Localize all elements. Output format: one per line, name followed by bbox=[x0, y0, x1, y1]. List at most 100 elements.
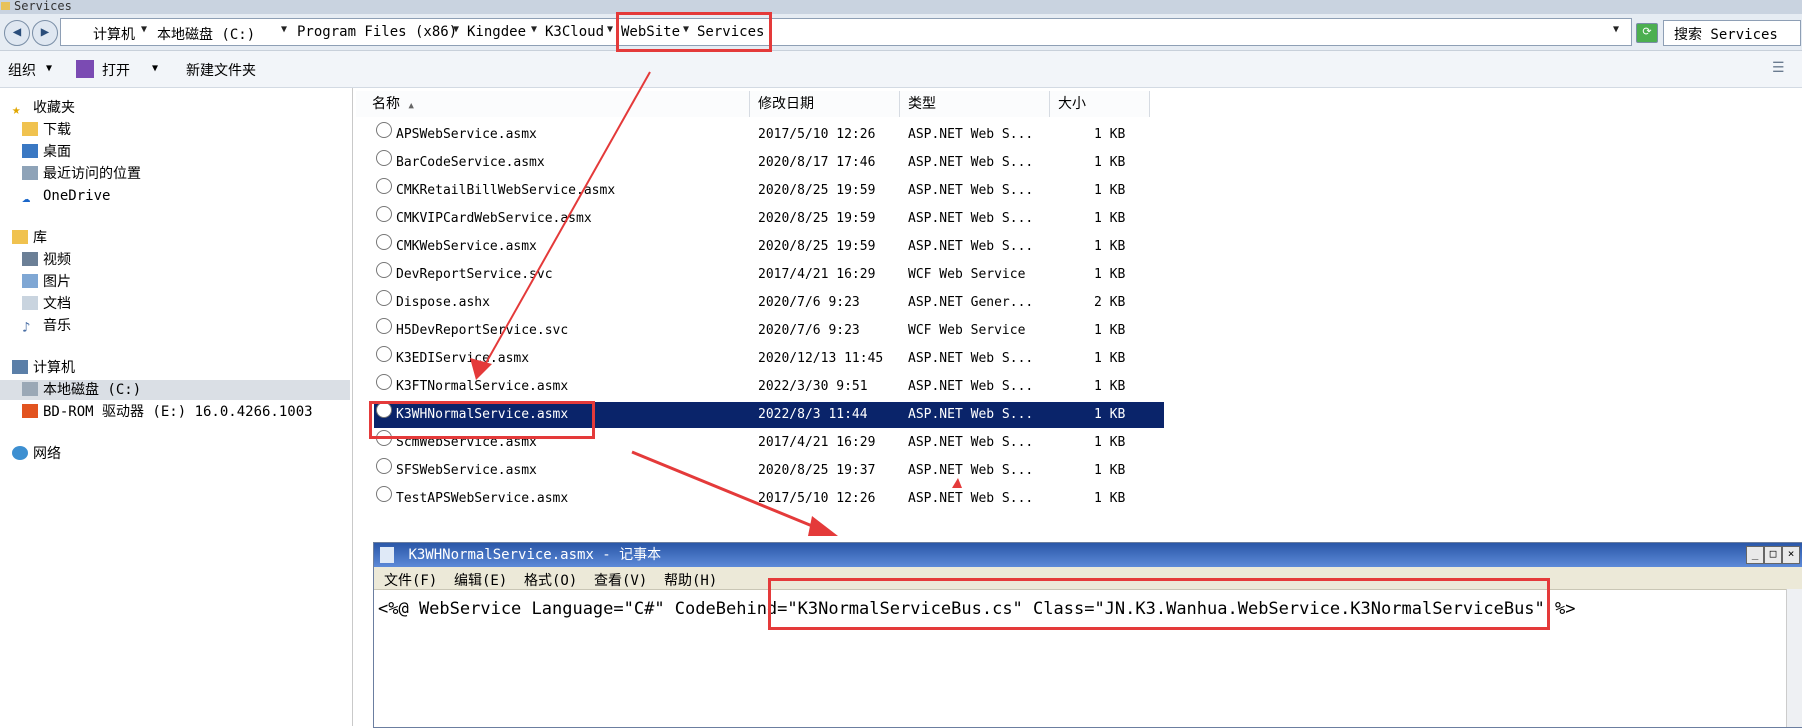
file-date: 2020/8/25 19:59 bbox=[758, 239, 876, 254]
annotation-box-code bbox=[768, 578, 1550, 630]
nav-pictures[interactable]: 图片 bbox=[22, 272, 71, 292]
menu-format[interactable]: 格式(O) bbox=[524, 570, 577, 590]
file-name: CMKRetailBillWebService.asmx bbox=[396, 183, 616, 198]
column-header-name[interactable]: 名称 ▲ bbox=[356, 91, 750, 117]
file-row[interactable]: TestAPSWebService.asmx 2017/5/10 12:26 ASP… bbox=[374, 486, 1164, 512]
file-icon bbox=[376, 346, 392, 362]
file-type: ASP.NET Web S... bbox=[908, 155, 1034, 170]
nav-recent[interactable]: 最近访问的位置 bbox=[22, 164, 141, 184]
nav-local-disk[interactable]: 本地磁盘 (C:) bbox=[0, 380, 350, 400]
chevron-down-icon[interactable]: ▼ bbox=[607, 24, 613, 35]
nav-favorites[interactable]: ★ 收藏夹 bbox=[12, 98, 75, 118]
nav-onedrive[interactable]: ☁ OneDrive bbox=[22, 186, 110, 206]
breadcrumb-local-disk[interactable]: 本地磁盘 (C:) bbox=[157, 24, 255, 44]
file-type: ASP.NET Web S... bbox=[908, 435, 1034, 450]
file-icon bbox=[376, 150, 392, 166]
file-icon bbox=[376, 206, 392, 222]
notepad-title: K3WHNormalService.asmx - 记事本 bbox=[408, 547, 662, 563]
notepad-scrollbar[interactable] bbox=[1786, 589, 1802, 727]
minimize-button[interactable]: _ bbox=[1746, 546, 1764, 564]
breadcrumb-kingdee[interactable]: Kingdee bbox=[467, 24, 526, 40]
nav-desktop[interactable]: 桌面 bbox=[22, 142, 71, 162]
file-date: 2020/8/25 19:59 bbox=[758, 211, 876, 226]
column-header-type[interactable]: 类型 bbox=[900, 91, 1050, 117]
nav-network[interactable]: 网络 bbox=[12, 444, 61, 464]
download-folder-icon bbox=[22, 122, 38, 136]
file-date: 2022/8/3 11:44 bbox=[758, 407, 868, 422]
nav-computer[interactable]: 计算机 bbox=[12, 358, 75, 378]
column-header-date[interactable]: 修改日期 bbox=[750, 91, 900, 117]
file-name: Dispose.ashx bbox=[396, 295, 490, 310]
file-size: 1 KB bbox=[1094, 267, 1126, 282]
file-row[interactable]: BarCodeService.asmx 2020/8/17 17:46 ASP.NE… bbox=[374, 150, 1164, 176]
chevron-down-icon[interactable]: ▼ bbox=[152, 63, 158, 74]
breadcrumb-k3cloud[interactable]: K3Cloud bbox=[545, 24, 604, 40]
file-date: 2017/5/10 12:26 bbox=[758, 127, 876, 142]
column-header-size[interactable]: 大小 bbox=[1050, 91, 1150, 117]
file-name: TestAPSWebService.asmx bbox=[396, 491, 569, 506]
file-size: 1 KB bbox=[1094, 463, 1126, 478]
file-row[interactable]: DevReportService.svc 2017/4/21 16:29 WCF W… bbox=[374, 262, 1164, 288]
file-row[interactable]: Dispose.ashx 2020/7/6 9:23 ASP.NET Gener..… bbox=[374, 290, 1164, 316]
visual-studio-icon bbox=[76, 60, 94, 78]
breadcrumb-computer[interactable]: 计算机 bbox=[93, 24, 135, 44]
file-date: 2022/3/30 9:51 bbox=[758, 379, 868, 394]
chevron-down-icon[interactable]: ▼ bbox=[46, 63, 52, 74]
nav-downloads[interactable]: 下载 bbox=[22, 120, 71, 140]
file-size: 1 KB bbox=[1094, 491, 1126, 506]
new-folder-button[interactable]: 新建文件夹 bbox=[186, 60, 256, 80]
file-type: WCF Web Service bbox=[908, 323, 1026, 338]
file-name: DevReportService.svc bbox=[396, 267, 553, 282]
nav-videos[interactable]: 视频 bbox=[22, 250, 71, 270]
document-icon bbox=[22, 296, 38, 310]
file-icon bbox=[376, 234, 392, 250]
file-type: ASP.NET Web S... bbox=[908, 351, 1034, 366]
desktop-icon bbox=[22, 144, 38, 158]
file-row[interactable]: K3FTNormalService.asmx 2022/3/30 9:51 ASP.… bbox=[374, 374, 1164, 400]
nav-bdrom[interactable]: BD-ROM 驱动器 (E:) 16.0.4266.1003 bbox=[22, 402, 313, 422]
chevron-down-icon[interactable]: ▼ bbox=[531, 24, 537, 35]
file-type: ASP.NET Gener... bbox=[908, 295, 1034, 310]
search-placeholder: 搜索 Services bbox=[1674, 27, 1778, 43]
forward-button[interactable]: ▶ bbox=[32, 20, 58, 46]
close-button[interactable]: × bbox=[1782, 546, 1800, 564]
file-row[interactable]: CMKWebService.asmx 2020/8/25 19:59 ASP.NET… bbox=[374, 234, 1164, 260]
office-icon bbox=[22, 404, 38, 418]
address-bar[interactable]: 计算机 ▼ 本地磁盘 (C:) ▼ Program Files (x86) ▼ … bbox=[60, 18, 1632, 46]
file-name: K3EDIService.asmx bbox=[396, 351, 530, 366]
organize-button[interactable]: 组织 bbox=[8, 60, 36, 80]
menu-view[interactable]: 查看(V) bbox=[594, 570, 647, 590]
file-type: WCF Web Service bbox=[908, 267, 1026, 282]
file-row[interactable]: SFSWebService.asmx 2020/8/25 19:37 ASP.NET… bbox=[374, 458, 1164, 484]
open-button[interactable]: 打开 bbox=[102, 60, 130, 80]
search-input[interactable]: 搜索 Services bbox=[1663, 20, 1801, 46]
command-toolbar: 组织 ▼ 打开 ▼ 新建文件夹 ☰ bbox=[0, 51, 1802, 88]
picture-icon bbox=[22, 274, 38, 288]
menu-file[interactable]: 文件(F) bbox=[384, 570, 437, 590]
view-options-icon[interactable]: ☰ bbox=[1772, 60, 1785, 76]
nav-music[interactable]: ♪ 音乐 bbox=[22, 316, 71, 336]
refresh-icon[interactable]: ⟳ bbox=[1636, 23, 1658, 43]
breadcrumb-program-files[interactable]: Program Files (x86) bbox=[297, 24, 457, 40]
file-row[interactable]: CMKRetailBillWebService.asmx 2020/8/25 19… bbox=[374, 178, 1164, 204]
file-name: APSWebService.asmx bbox=[396, 127, 537, 142]
file-row[interactable]: H5DevReportService.svc 2020/7/6 9:23 WCF W… bbox=[374, 318, 1164, 344]
chevron-down-icon[interactable]: ▼ bbox=[453, 24, 459, 35]
maximize-button[interactable]: □ bbox=[1764, 546, 1782, 564]
menu-help[interactable]: 帮助(H) bbox=[664, 570, 717, 590]
file-row[interactable]: K3EDIService.asmx 2020/12/13 11:45 ASP.NET… bbox=[374, 346, 1164, 372]
menu-edit[interactable]: 编辑(E) bbox=[454, 570, 507, 590]
library-icon bbox=[12, 230, 28, 244]
file-date: 2020/8/25 19:37 bbox=[758, 463, 876, 478]
nav-documents[interactable]: 文档 bbox=[22, 294, 71, 314]
chevron-down-icon[interactable]: ▼ bbox=[141, 24, 147, 35]
file-size: 1 KB bbox=[1094, 323, 1126, 338]
nav-libraries[interactable]: 库 bbox=[12, 228, 47, 248]
back-button[interactable]: ◀ bbox=[4, 20, 30, 46]
file-size: 1 KB bbox=[1094, 155, 1126, 170]
folder-icon bbox=[1, 2, 10, 10]
file-row[interactable]: APSWebService.asmx 2017/5/10 12:26 ASP.NET… bbox=[374, 122, 1164, 148]
address-dropdown-icon[interactable]: ▼ bbox=[1613, 24, 1619, 35]
file-row[interactable]: CMKVIPCardWebService.asmx 2020/8/25 19:59… bbox=[374, 206, 1164, 232]
chevron-down-icon[interactable]: ▼ bbox=[281, 24, 287, 35]
